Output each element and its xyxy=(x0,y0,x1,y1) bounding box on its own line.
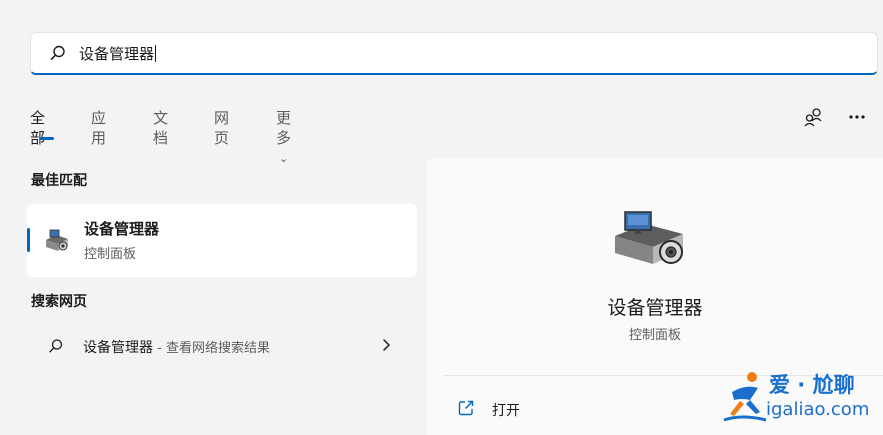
chevron-right-icon[interactable] xyxy=(382,337,392,353)
tab-apps[interactable]: 应用 xyxy=(91,108,106,148)
watermark-logo: 爱 · 尬聊 igaliao.com xyxy=(722,366,883,432)
search-icon xyxy=(50,45,65,60)
web-search-heading: 搜索网页 xyxy=(31,294,87,310)
watermark-line1: 爱 · 尬聊 xyxy=(769,373,855,397)
search-input[interactable]: 设备管理器 xyxy=(79,44,157,64)
runner-logo-icon xyxy=(723,372,767,422)
web-search-suffix: - 查看网络搜索结果 xyxy=(153,341,270,356)
watermark-line2: igaliao.com xyxy=(766,399,870,420)
best-match-subtitle: 控制面板 xyxy=(84,247,137,262)
search-icon xyxy=(49,339,63,353)
tab-more-label: 更多 xyxy=(276,109,292,147)
tab-more[interactable]: 更多 ⌄ xyxy=(276,108,291,170)
search-box[interactable]: 设备管理器 xyxy=(30,32,878,75)
selection-indicator xyxy=(27,228,30,252)
open-external-icon xyxy=(458,400,474,416)
web-search-query: 设备管理器 xyxy=(83,340,153,356)
detail-title: 设备管理器 xyxy=(607,297,703,319)
more-options-icon[interactable] xyxy=(846,106,868,128)
chevron-down-icon: ⌄ xyxy=(279,152,289,165)
web-search-result[interactable]: 设备管理器 - 查看网络搜索结果 xyxy=(27,325,417,367)
tab-active-indicator xyxy=(40,137,54,140)
open-button[interactable]: 打开 xyxy=(444,392,694,426)
best-match-name: 设备管理器 xyxy=(84,220,160,238)
best-match-heading: 最佳匹配 xyxy=(31,173,87,189)
best-match-result[interactable]: 设备管理器 控制面板 xyxy=(27,204,417,277)
device-manager-icon xyxy=(615,211,683,264)
search-query: 设备管理器 xyxy=(79,45,155,63)
detail-subtitle: 控制面板 xyxy=(628,328,681,343)
text-caret xyxy=(155,45,157,62)
tab-documents[interactable]: 文档 xyxy=(153,108,168,148)
device-manager-icon xyxy=(46,229,68,251)
switch-account-icon[interactable] xyxy=(803,106,825,128)
tab-all[interactable]: 全部 xyxy=(30,108,45,148)
open-label: 打开 xyxy=(492,403,520,419)
tab-web[interactable]: 网页 xyxy=(214,108,229,148)
web-search-text: 设备管理器 - 查看网络搜索结果 xyxy=(83,337,270,357)
